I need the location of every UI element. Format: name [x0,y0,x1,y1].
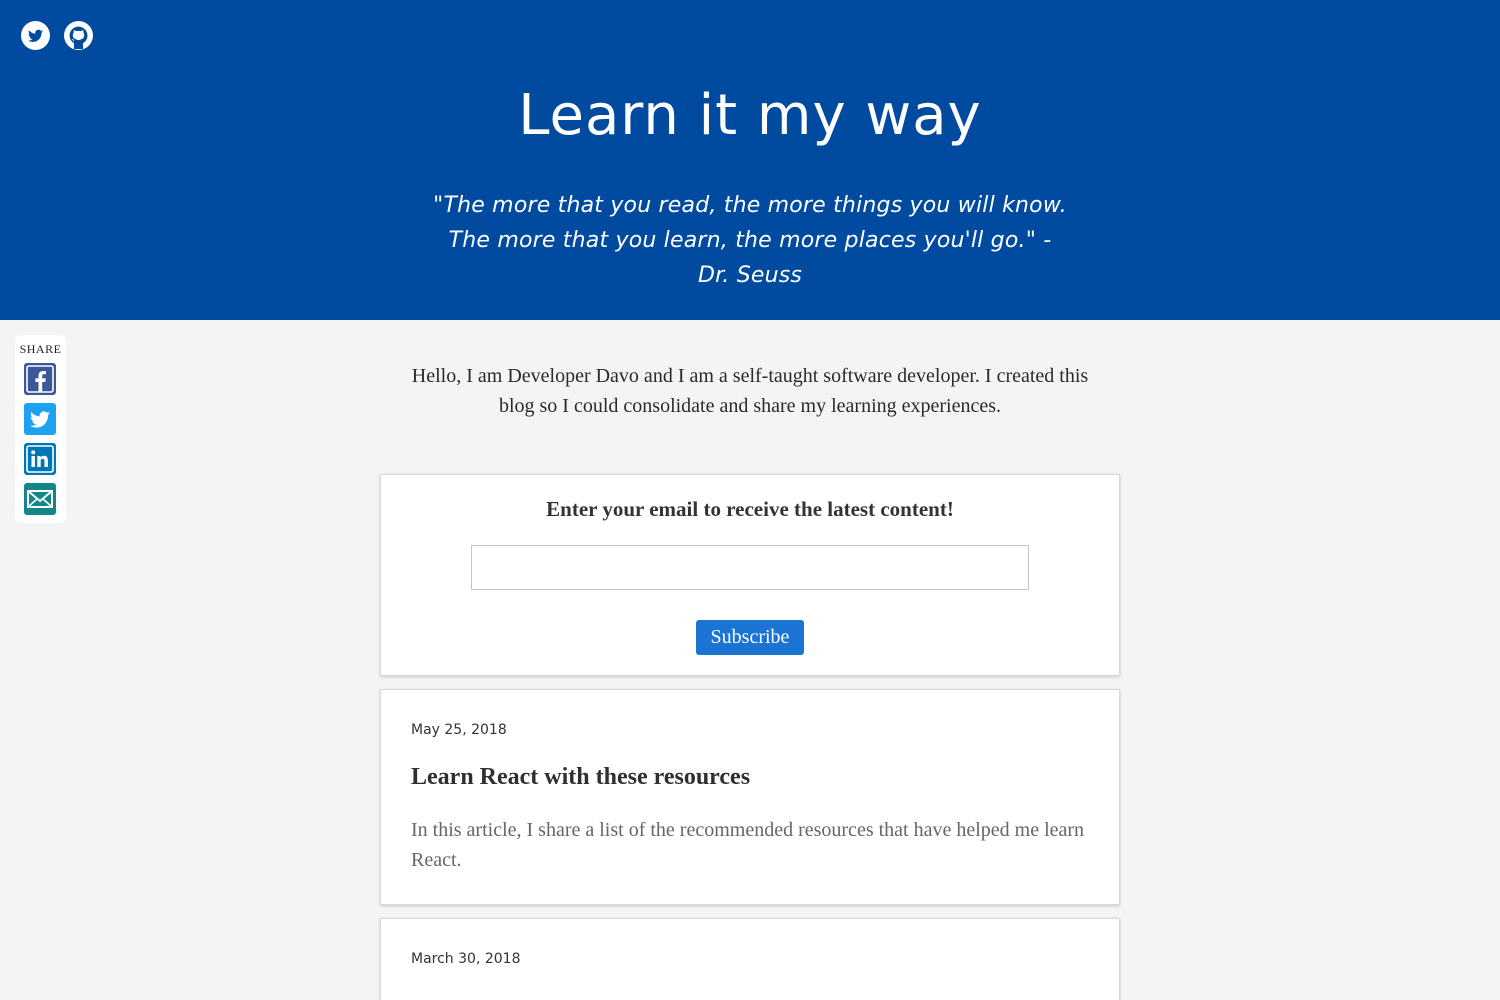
github-icon[interactable] [64,21,93,50]
social-links [21,21,93,50]
linkedin-icon[interactable] [24,443,56,475]
intro-text: Hello, I am Developer Davo and I am a se… [411,365,1089,417]
subscribe-button[interactable]: Subscribe [696,620,804,655]
facebook-icon[interactable] [24,363,56,395]
post-card: March 30, 2018 [380,918,1120,1000]
post-card: May 25, 2018 Learn React with these reso… [380,689,1120,905]
post-date: May 25, 2018 [411,722,507,738]
site-title: Learn it my way [518,83,982,148]
share-label: SHARE [19,342,62,356]
post-excerpt: In this article, I share a list of the r… [411,819,1085,871]
post-title-link[interactable]: Learn React with these resources [411,764,750,791]
email-input[interactable] [471,545,1029,590]
hero-header: Learn it my way "The more that you read,… [0,0,1500,320]
subscribe-card: Enter your email to receive the latest c… [380,474,1120,676]
subscribe-heading: Enter your email to receive the latest c… [546,497,954,521]
email-icon[interactable] [24,483,56,515]
post-date: March 30, 2018 [411,951,521,967]
twitter-share-icon[interactable] [24,403,56,435]
site-quote: "The more that you read, the more things… [433,193,1067,288]
share-sidebar: SHARE [15,335,66,523]
twitter-icon[interactable] [21,21,50,50]
